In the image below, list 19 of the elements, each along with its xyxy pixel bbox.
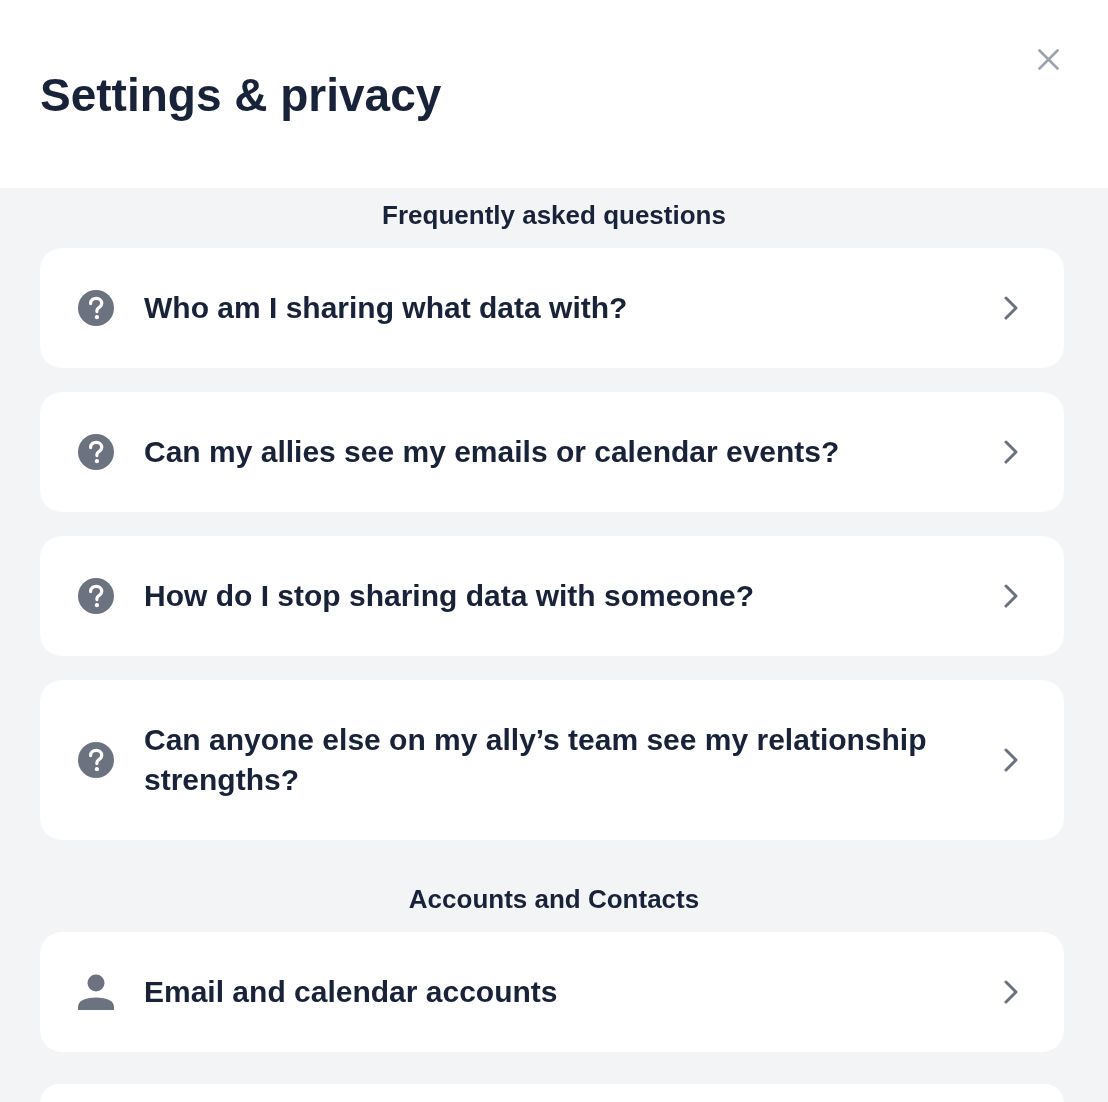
- chevron-right-icon: [1004, 584, 1018, 608]
- question-icon: [78, 742, 114, 778]
- question-icon: [78, 290, 114, 326]
- faq-item[interactable]: Who am I sharing what data with?: [40, 248, 1064, 368]
- faq-item[interactable]: Can anyone else on my ally’s team see my relationship strengths?: [40, 680, 1064, 840]
- chevron-right-icon: [1004, 748, 1018, 772]
- question-icon: [78, 578, 114, 614]
- faq-item[interactable]: Can my allies see my emails or calendar events?: [40, 392, 1064, 512]
- faq-item[interactable]: How do I stop sharing data with someone?: [40, 536, 1064, 656]
- question-icon: [78, 434, 114, 470]
- chevron-right-icon: [1004, 980, 1018, 1004]
- settings-item[interactable]: Email and calendar accounts: [40, 932, 1064, 1052]
- person-icon: [78, 974, 114, 1010]
- chevron-right-icon: [1004, 296, 1018, 320]
- chevron-right-icon: [1004, 440, 1018, 464]
- close-icon: [1037, 48, 1059, 70]
- section-heading: Accounts and Contacts: [408, 884, 700, 914]
- section-heading: Frequently asked questions: [382, 200, 726, 230]
- panel-title: Settings & privacy: [40, 69, 442, 121]
